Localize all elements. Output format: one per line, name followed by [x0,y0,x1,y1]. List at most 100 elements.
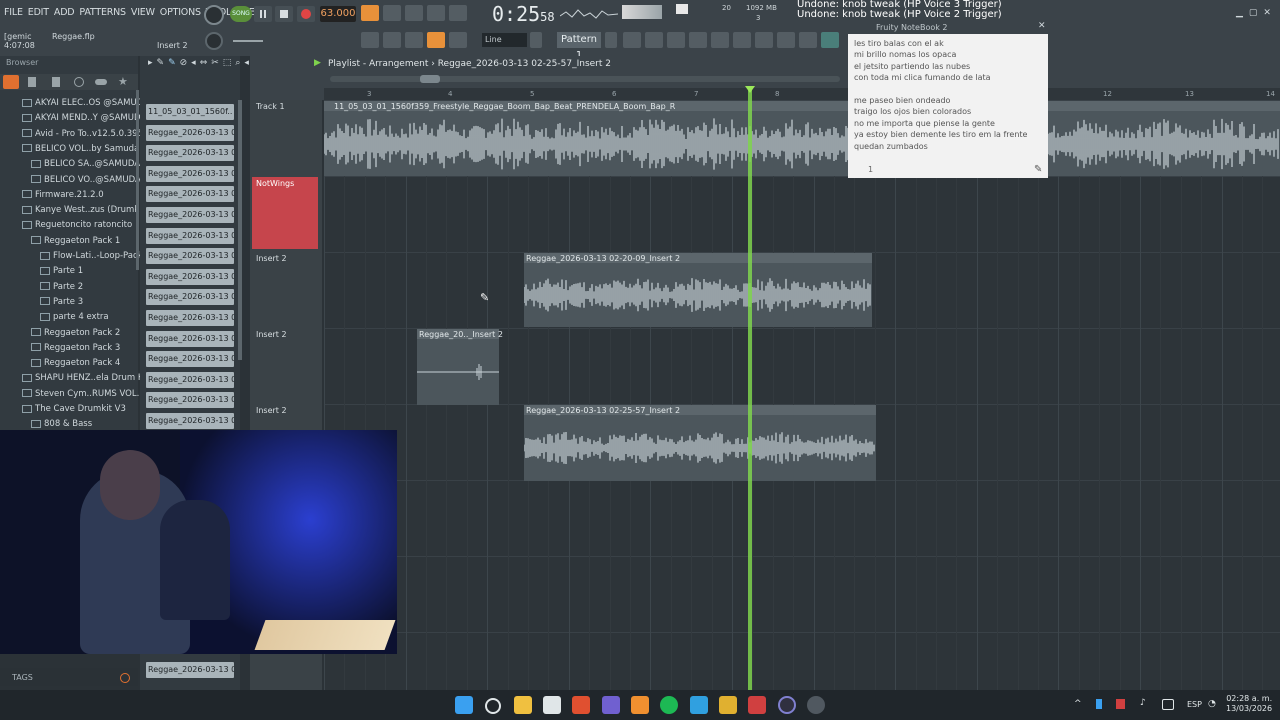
pattern-add-icon[interactable] [605,32,617,48]
select-tool-icon[interactable]: ⬚ [223,58,232,68]
menu-item-options[interactable]: OPTIONS [160,7,201,18]
browser-folder[interactable]: Firmware.21.2.0 [22,190,104,200]
track-label[interactable]: Insert 2 [256,406,287,415]
channel-button[interactable]: Reggae_2026-03-13 01-.. [146,227,234,244]
browser-folder[interactable]: Avid - Pro To..v12.5.0.395 [22,129,143,139]
track-label[interactable]: Track 1 [256,102,285,111]
song-mode-toggle[interactable]: SONG [230,6,252,22]
browser-folder[interactable]: parte 4 extra [40,312,109,322]
browser-folder[interactable]: Parte 3 [40,297,83,307]
browser-folder[interactable]: Reggaeton Pack 1 [31,236,120,246]
browser-folder[interactable]: BELICO VO..@SAMUDAI [31,175,143,185]
notebook-close-icon[interactable]: ✕ [1038,21,1046,31]
browser-folder[interactable]: BELICO SA..@SAMUDAI [31,159,143,169]
playlist-toggle-icon[interactable] [361,32,379,48]
pattern-prev-icon[interactable] [530,32,542,48]
channel-button[interactable]: Reggae_2026-03-13 01-.. [146,310,234,326]
browser-folder[interactable]: Reguetoncito ratoncito [22,220,132,230]
playlist-window-icon[interactable] [623,32,641,48]
browser-view-icon[interactable] [28,77,36,87]
windows-start-icon[interactable] [455,696,473,714]
browser-icon[interactable] [711,32,729,48]
store-icon[interactable] [543,696,561,714]
channel-button[interactable]: Reggae_2026-03-13 01-.. [146,330,234,347]
browser-folder[interactable]: Reggaeton Pack 4 [31,358,120,368]
wifi-icon[interactable]: ◔ [1208,699,1216,709]
project-icon[interactable] [733,32,751,48]
browser-folder[interactable]: SHAPU HENZ..ela Drum Kit [22,373,149,383]
bluetooth-icon[interactable] [1096,699,1102,709]
tray-app-icon[interactable] [1116,699,1125,709]
browser-folder[interactable]: Steven Cym..RUMS VOL. 1 [22,389,147,399]
metronome-icon[interactable] [361,5,379,21]
network-icon[interactable] [1162,699,1174,710]
browser-folder[interactable]: Kanye West..zus (Drumkit) [22,205,148,215]
channel-scrollbar[interactable] [238,100,242,360]
app-icon-red[interactable] [748,696,766,714]
input-device[interactable]: [gemic [4,32,32,41]
menu-item-patterns[interactable]: PATTERNS [79,7,126,18]
browser-cloud-icon[interactable] [95,79,107,85]
snapshot-icon[interactable] [821,32,839,48]
loop-record-icon[interactable] [449,5,467,21]
search-icon[interactable] [485,698,501,714]
menu-item-file[interactable]: FILE [4,7,23,18]
language-indicator[interactable]: ESP [1187,700,1202,709]
channel-rack-icon[interactable] [667,32,685,48]
channel-button[interactable]: Reggae_2026-03-13 01-.. [146,165,234,182]
play-button[interactable] [254,6,272,22]
clock[interactable]: 02:28 a. m. 13/03/2026 [1226,694,1272,714]
countdown-icon[interactable] [405,5,423,21]
master-volume-knob[interactable] [205,32,223,50]
browser-folder[interactable]: 808 & Bass [31,419,92,429]
channel-button[interactable]: Reggae_2026-03-13 01-.. [146,268,234,285]
channel-button[interactable]: Reggae_2026-03-13 01-.. [146,248,234,265]
browser-star-icon[interactable]: ★ [118,75,128,88]
plugin-icon[interactable] [755,32,773,48]
record-panel-icon[interactable] [799,32,817,48]
channel-button[interactable]: Reggae_2026-03-13 01-.. [146,392,234,409]
notebook-edit-icon[interactable]: ✎ [1034,164,1042,175]
channel-button[interactable]: Reggae_2026-03-13 01-.. [146,186,234,203]
menu-item-add[interactable]: ADD [54,7,75,18]
record-button[interactable] [297,6,315,22]
pattern-selector[interactable]: Pattern 1 [557,32,601,61]
channel-button[interactable]: Reggae_2026-03-13 01-.. [146,207,234,223]
step-edit-icon[interactable] [427,5,445,21]
magnet-icon[interactable] [405,32,423,48]
wait-input-icon[interactable] [383,5,401,21]
browser-folder[interactable]: Parte 1 [40,266,83,276]
app-icon-purple[interactable] [602,696,620,714]
play-pattern-icon[interactable]: ▸ [148,58,153,68]
browser-back-icon[interactable] [3,75,19,89]
tempo-display[interactable]: 63.000 [320,6,356,22]
tags-search-icon[interactable] [120,673,130,683]
microphone-icon[interactable]: ♪ [1140,698,1146,708]
browser-folder[interactable]: Parte 2 [40,282,83,292]
obs-icon[interactable] [778,696,796,714]
chat-icon[interactable] [807,696,825,714]
channel-button[interactable]: Reggae_2026-03-13 01-.. [146,145,234,162]
stamp-icon[interactable] [449,32,467,48]
channel-button[interactable]: Reggae_2026-03-13 01-.. [146,413,234,429]
spotify-icon[interactable] [660,696,678,714]
horizontal-scrollbar[interactable] [330,76,840,82]
playhead[interactable] [748,88,752,690]
mixer-icon[interactable] [689,32,707,48]
app-icon-cyan[interactable] [690,696,708,714]
mute-tool-icon[interactable]: ◂ [191,58,196,68]
tray-chevron-icon[interactable]: ^ [1074,699,1082,709]
zoom-slider[interactable] [420,75,440,83]
piano-roll-icon[interactable] [645,32,663,48]
draw-tool-icon[interactable]: ✎ [157,58,165,68]
channel-button[interactable]: Reggae_2026-03-13 01-.. [146,371,234,388]
file-explorer-icon[interactable] [514,696,532,714]
tools-icon[interactable] [777,32,795,48]
browser-folder[interactable]: BELICO VOL..by Samudai [22,144,142,154]
stop-button[interactable] [275,6,293,22]
browser-collapse-icon[interactable] [52,77,60,87]
channel-button[interactable]: Reggae_2026-03-13 01-.. [146,289,234,306]
arrow-tool-icon[interactable] [383,32,401,48]
track-label[interactable]: Insert 2 [256,330,287,339]
browser-folder[interactable]: AKYAI ELEC..OS @SAMUDAI [22,98,151,108]
